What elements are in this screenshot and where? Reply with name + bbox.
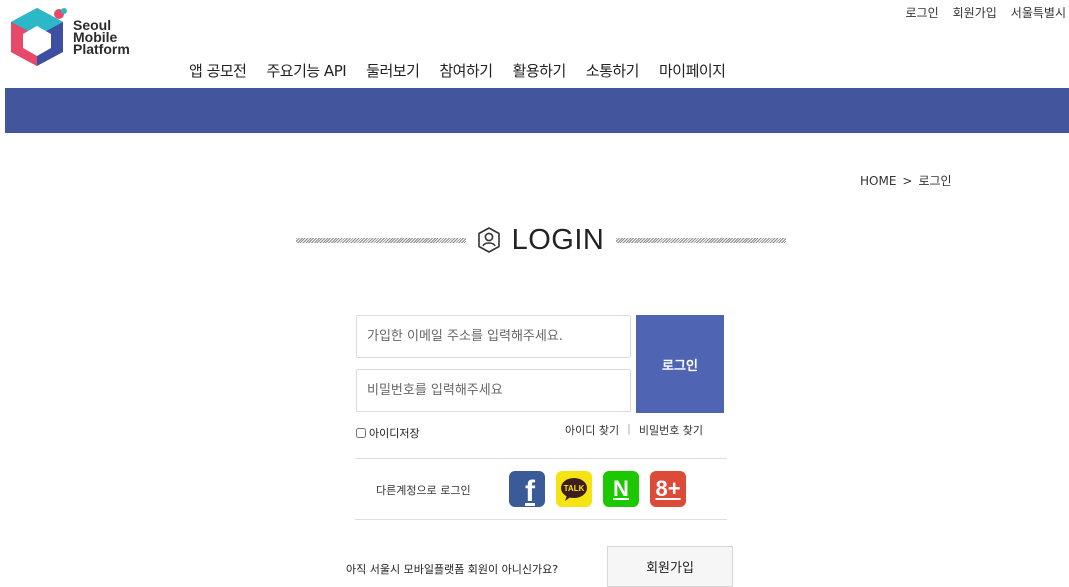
find-links: 아이디 찾기 | 비밀번호 찾기: [565, 422, 703, 438]
nav-api[interactable]: 주요기능 API: [266, 60, 346, 81]
nav-utilize[interactable]: 활용하기: [513, 60, 567, 81]
kakaotalk-login-button[interactable]: TALK: [556, 471, 592, 507]
utility-nav: 로그인 회원가입 서울특별시: [906, 4, 1067, 21]
nav-browse[interactable]: 둘러보기: [366, 60, 420, 81]
nav-app-contest[interactable]: 앱 공모전: [189, 60, 247, 81]
nav-mypage[interactable]: 마이페이지: [659, 60, 726, 81]
remember-id-label: 아이디저장: [369, 427, 420, 440]
google-plus-icon: 8+: [655, 476, 681, 501]
main-nav: 앱 공모전 주요기능 API 둘러보기 참여하기 활용하기 소통하기 마이페이지: [189, 60, 746, 81]
social-login-label: 다른계정으로 로그인: [376, 484, 471, 497]
login-title: LOGIN: [296, 222, 786, 258]
login-button[interactable]: 로그인: [636, 315, 724, 413]
facebook-login-button[interactable]: f: [509, 471, 545, 508]
nav-participate[interactable]: 참여하기: [439, 60, 493, 81]
divider-top: [355, 458, 727, 459]
email-input[interactable]: [356, 315, 631, 358]
divider-bottom: [355, 519, 727, 520]
header-band: [5, 88, 1069, 133]
join-question: 아직 서울시 모바일플랫폼 회원이 아니신가요?: [346, 563, 559, 576]
signup-button[interactable]: 회원가입: [607, 546, 733, 587]
title-line-right: [616, 237, 786, 243]
breadcrumb-separator: >: [902, 173, 913, 188]
hexagon-logo-icon: [11, 8, 67, 66]
find-id-link[interactable]: 아이디 찾기: [565, 422, 619, 438]
user-hexagon-icon: [477, 227, 500, 253]
facebook-icon: f: [525, 475, 535, 508]
kakaotalk-glyph: TALK: [563, 484, 585, 493]
util-signup-link[interactable]: 회원가입: [953, 4, 997, 21]
breadcrumb-current: 로그인: [918, 174, 952, 188]
breadcrumb: HOME > 로그인: [860, 172, 952, 189]
remember-id[interactable]: 아이디저장: [356, 425, 420, 441]
util-login-link[interactable]: 로그인: [906, 4, 939, 21]
naver-login-button[interactable]: N: [603, 471, 639, 507]
logo-text-line3: Platform: [73, 41, 130, 57]
find-password-link[interactable]: 비밀번호 찾기: [639, 422, 703, 438]
site-logo[interactable]: Seoul Mobile Platform: [9, 6, 134, 70]
find-links-separator: |: [627, 422, 631, 435]
remember-id-checkbox[interactable]: [356, 428, 366, 438]
naver-icon: N: [613, 476, 629, 501]
google-plus-login-button[interactable]: 8+: [650, 471, 686, 507]
page-title: LOGIN: [511, 223, 605, 256]
breadcrumb-home[interactable]: HOME: [860, 174, 896, 188]
nav-communicate[interactable]: 소통하기: [586, 60, 640, 81]
util-seoul-link[interactable]: 서울특별시: [1011, 4, 1066, 21]
password-input[interactable]: [356, 369, 631, 412]
title-line-left: [296, 237, 466, 243]
